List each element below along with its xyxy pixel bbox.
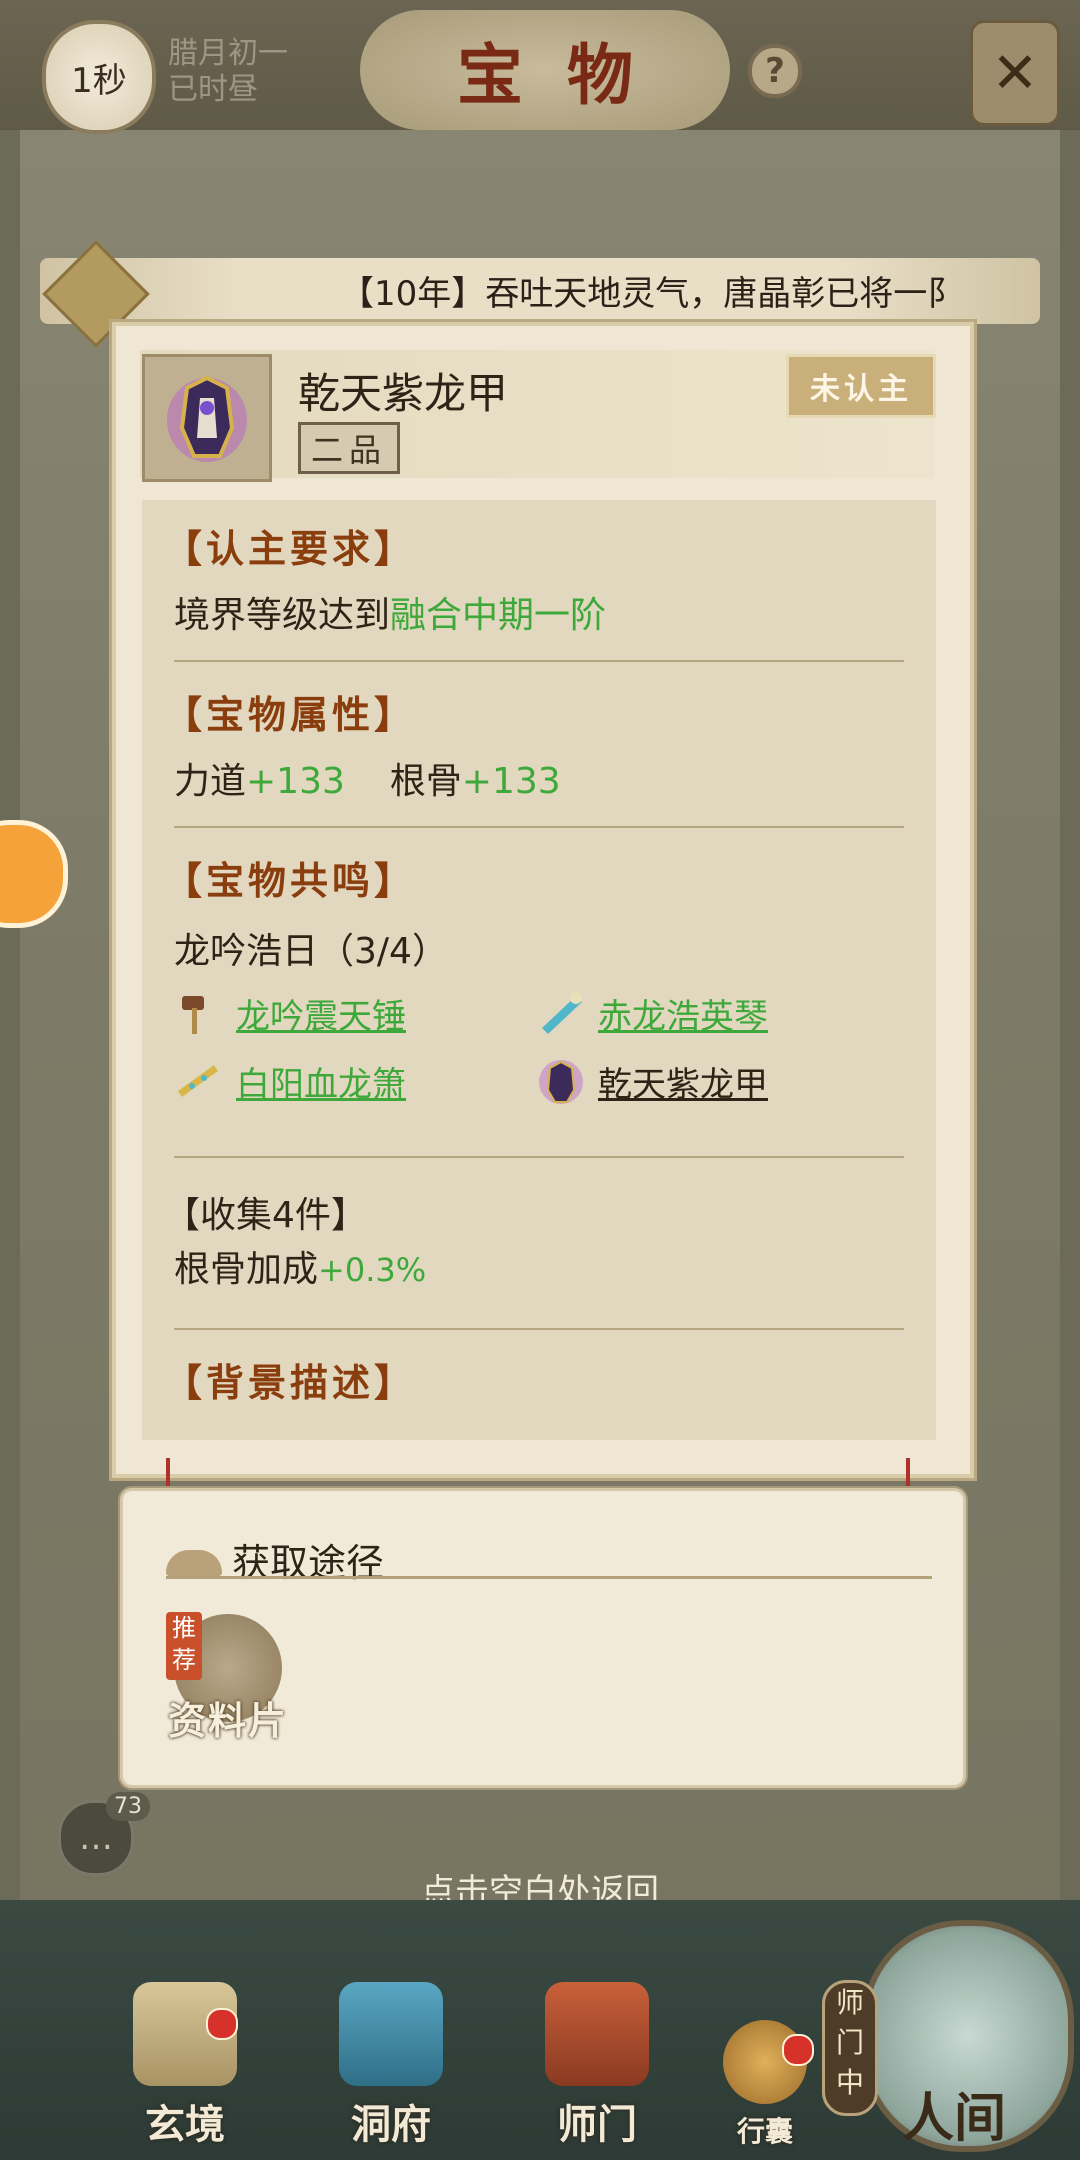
armor-icon bbox=[167, 375, 247, 462]
nav-item-shimen[interactable]: 师门 bbox=[522, 1980, 672, 2150]
right-frame bbox=[1060, 130, 1080, 1900]
set-bonus-line: 根骨加成+0.3% bbox=[174, 1240, 426, 1292]
requirement-prefix: 境界等级达到 bbox=[174, 595, 391, 636]
item-grade-badge: 二品 bbox=[298, 422, 401, 474]
banner-icon bbox=[545, 1982, 649, 2086]
nav-item-xingnang[interactable]: 行囊 bbox=[700, 1980, 830, 2150]
detail-content[interactable]: 【认主要求】 境界等级达到融合中期一阶 【宝物属性】 力道+133 根骨+133… bbox=[142, 500, 936, 1440]
attributes-title: 【宝物属性】 bbox=[164, 692, 417, 737]
left-frame bbox=[0, 130, 20, 1900]
requirement-line: 境界等级达到融合中期一阶 bbox=[174, 586, 606, 638]
zither-icon bbox=[542, 992, 582, 1034]
pavilion-icon bbox=[339, 1982, 443, 2086]
armor-icon bbox=[539, 1060, 583, 1104]
notification-dot bbox=[782, 2034, 814, 2066]
divider bbox=[174, 826, 904, 828]
divider bbox=[174, 1328, 904, 1330]
attributes-line: 力道+133 根骨+133 bbox=[174, 752, 561, 804]
nav-label: 行囊 bbox=[736, 2115, 793, 2148]
announcement-text: 【10年】吞吐天地灵气，唐晶彰已将一阝 bbox=[340, 274, 962, 314]
date-line2: 已时昼 bbox=[168, 72, 258, 107]
set-piece-link[interactable]: 龙吟震天锤 bbox=[236, 989, 406, 1038]
chat-count-badge: 73 bbox=[106, 1792, 150, 1821]
notification-dot bbox=[206, 2008, 238, 2040]
set-piece[interactable]: 龙吟震天锤 bbox=[174, 988, 406, 1038]
set-bonus-title: 【收集4件】 bbox=[164, 1195, 367, 1236]
world-label[interactable]: 人间 bbox=[902, 2076, 1006, 2151]
set-piece[interactable]: 赤龙浩英琴 bbox=[536, 988, 768, 1038]
attr-name: 力道 bbox=[174, 761, 247, 802]
sect-status-badge: 师门中 bbox=[822, 1980, 878, 2116]
set-piece-link[interactable]: 赤龙浩英琴 bbox=[598, 989, 768, 1038]
requirement-title: 【认主要求】 bbox=[164, 526, 417, 571]
background-title: 【背景描述】 bbox=[164, 1360, 417, 1405]
nav-item-dongfu[interactable]: 洞府 bbox=[316, 1980, 466, 2150]
timer-badge[interactable]: 1秒 bbox=[42, 20, 156, 134]
nav-label: 师门 bbox=[557, 2101, 637, 2148]
title-plaque: 宝物 bbox=[360, 10, 730, 130]
nav-item-xuanjing[interactable]: 玄境 bbox=[110, 1980, 260, 2150]
set-name: 龙吟浩日（3/4） bbox=[174, 931, 448, 972]
divider bbox=[174, 1156, 904, 1158]
recommended-badge: 推荐 bbox=[166, 1612, 202, 1680]
flute-icon bbox=[177, 1065, 219, 1097]
resonance-title: 【宝物共鸣】 bbox=[164, 858, 417, 903]
item-name: 乾天紫龙甲 bbox=[298, 369, 509, 418]
nav-label: 洞府 bbox=[351, 2101, 431, 2148]
set-bonus-value: +0.3% bbox=[318, 1251, 427, 1289]
attr-value: +133 bbox=[246, 761, 345, 802]
nav-label: 玄境 bbox=[145, 2101, 225, 2148]
status-badge: 未认主 bbox=[786, 354, 936, 418]
close-button[interactable]: ✕ bbox=[970, 20, 1060, 126]
set-piece[interactable]: 乾天紫龙甲 bbox=[536, 1056, 768, 1106]
attr-value: +133 bbox=[461, 761, 561, 802]
hammer-icon bbox=[182, 996, 204, 1034]
set-bonus-prefix: 根骨加成 bbox=[174, 1249, 319, 1290]
set-piece-link[interactable]: 白阳血龙箫 bbox=[236, 1057, 406, 1106]
item-icon-frame bbox=[142, 354, 272, 482]
divider bbox=[166, 1576, 932, 1579]
divider bbox=[174, 660, 904, 662]
close-icon: ✕ bbox=[991, 40, 1039, 106]
requirement-value: 融合中期一阶 bbox=[390, 595, 607, 636]
set-piece[interactable]: 白阳血龙箫 bbox=[174, 1056, 406, 1106]
source-label[interactable]: 资料片 bbox=[168, 1690, 288, 1745]
help-icon[interactable]: ? bbox=[748, 44, 802, 98]
page-title: 宝物 bbox=[457, 36, 677, 114]
set-piece-link[interactable]: 乾天紫龙甲 bbox=[598, 1057, 768, 1106]
attr-name: 根骨 bbox=[389, 761, 462, 802]
